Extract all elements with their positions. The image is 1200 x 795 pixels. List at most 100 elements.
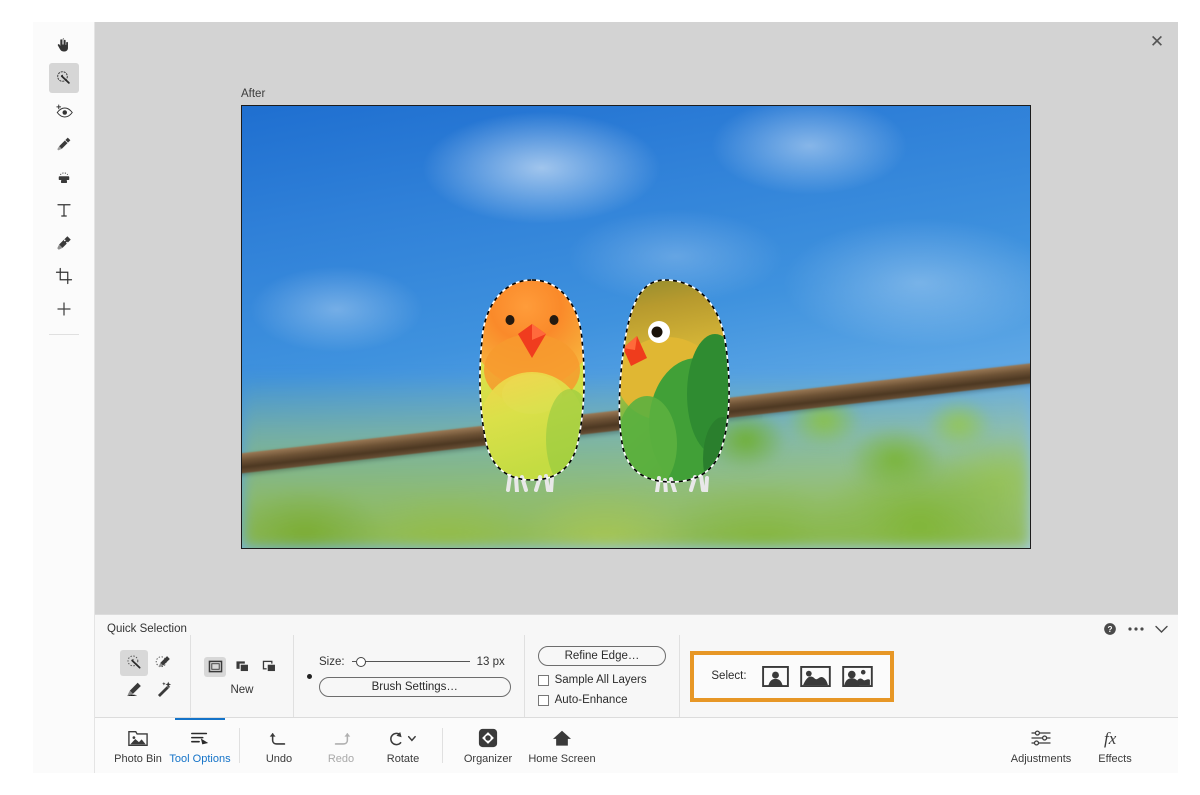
move-hand-tool[interactable] — [49, 30, 79, 60]
screenshot-root: ✕ After Quick Selection ? New Size: 13 p… — [0, 0, 1200, 795]
taskbar-item-redo[interactable]: Redo — [310, 718, 372, 773]
taskbar-item-effects[interactable]: fx Effects — [1078, 718, 1152, 773]
size-controls: Size: 13 px Brush Settings… — [319, 656, 511, 697]
subtract-from-selection-button[interactable] — [258, 657, 280, 677]
panel-body: New Size: 13 px Brush Settings… Refine E… — [95, 635, 1178, 717]
brush-settings-button[interactable]: Brush Settings… — [319, 676, 511, 697]
variant-quick-selection[interactable] — [120, 649, 148, 676]
clone-stamp-tool[interactable] — [49, 162, 79, 192]
variant-selection-brush[interactable] — [149, 650, 177, 676]
taskbar-label: Photo Bin — [114, 753, 162, 765]
checkbox-box — [537, 674, 549, 686]
taskbar-label: Tool Options — [169, 753, 231, 765]
taskbar-divider — [442, 728, 443, 763]
taskbar-item-organizer[interactable]: Organizer — [451, 718, 525, 773]
view-label: After — [241, 88, 266, 100]
svg-text:?: ? — [1108, 625, 1113, 634]
select-subject-and-sky-button[interactable] — [841, 665, 873, 687]
panel-title: Quick Selection — [107, 623, 187, 635]
red-eye-tool[interactable] — [49, 96, 79, 126]
bottom-taskbar: Photo Bin Tool Options Undo Redo Rotate … — [95, 717, 1178, 773]
variant-auto-selection[interactable] — [149, 677, 177, 703]
brush-size-group: Size: 13 px Brush Settings… — [294, 635, 525, 717]
brush-preview-dot — [307, 673, 312, 679]
taskbar-item-tool-options[interactable]: Tool Options — [169, 718, 231, 773]
new-selection-button[interactable] — [204, 656, 226, 677]
toolbar-divider — [48, 334, 79, 335]
checkbox-label: Sample All Layers — [554, 674, 647, 686]
effects-icon: fx — [1102, 728, 1128, 748]
adjustments-icon — [1030, 728, 1052, 748]
taskbar-label: Organizer — [463, 753, 513, 765]
photo-bin-icon — [128, 728, 148, 748]
ellipsis-icon[interactable] — [1128, 626, 1144, 632]
taskbar-item-rotate[interactable]: Rotate — [372, 718, 434, 773]
select-subject-button[interactable] — [761, 665, 789, 687]
taskbar-item-photo-bin[interactable]: Photo Bin — [107, 718, 169, 773]
photo-image — [242, 106, 1030, 548]
panel-corner-controls: ? — [1103, 622, 1168, 636]
tool-options-icon — [190, 728, 210, 748]
left-toolbar — [33, 22, 95, 773]
checkbox-label: Auto-Enhance — [554, 694, 628, 706]
selection-mode-label: New — [230, 683, 254, 696]
brush-tool[interactable] — [49, 228, 79, 258]
auto-enhance-checkbox[interactable]: Auto-Enhance — [537, 694, 628, 706]
text-tool[interactable] — [49, 195, 79, 225]
refine-edge-button[interactable]: Refine Edge… — [537, 646, 667, 666]
checkbox-box — [537, 694, 549, 706]
quick-selection-tool[interactable] — [48, 63, 79, 93]
taskbar-item-undo[interactable]: Undo — [248, 718, 310, 773]
taskbar-label: Redo — [327, 753, 355, 765]
select-subject-group-highlight: Select: — [690, 650, 894, 702]
select-sky-button[interactable] — [799, 665, 831, 687]
photo-canvas[interactable] — [241, 105, 1031, 549]
rotate-icon — [388, 728, 418, 748]
taskbar-label: Home Screen — [528, 753, 596, 765]
undo-icon — [269, 728, 289, 748]
help-icon[interactable]: ? — [1103, 622, 1117, 636]
select-label: Select: — [711, 670, 747, 682]
size-value: 13 px — [476, 655, 505, 668]
size-row: Size: 13 px — [319, 656, 511, 668]
redo-icon — [331, 728, 351, 748]
add-to-selection-button[interactable] — [231, 657, 253, 677]
bird-right — [618, 279, 730, 492]
selection-modes: New — [204, 656, 280, 696]
chevron-down-icon[interactable] — [1155, 625, 1168, 634]
taskbar-label: Adjustments — [1010, 753, 1072, 765]
variant-refine-brush[interactable] — [120, 677, 148, 703]
slider-thumb[interactable] — [355, 656, 366, 667]
taskbar-right: Adjustments fx Effects — [1004, 718, 1166, 773]
taskbar-label: Rotate — [386, 753, 420, 765]
taskbar-divider — [239, 728, 240, 763]
taskbar-label: Undo — [265, 753, 293, 765]
selection-mode-group: New — [191, 635, 294, 717]
photo-editor-window: ✕ After Quick Selection ? New Size: 13 p… — [33, 22, 1178, 773]
refine-group: Refine Edge… Sample All Layers Auto-Enha… — [525, 635, 681, 717]
size-label: Size: — [319, 655, 345, 668]
bird-left — [479, 279, 585, 492]
slider-tick — [351, 661, 356, 662]
size-slider[interactable] — [351, 656, 470, 668]
slider-track — [359, 661, 470, 662]
tool-variants — [120, 649, 177, 703]
taskbar-left: Photo Bin Tool Options Undo Redo Rotate … — [107, 718, 599, 773]
close-icon[interactable]: ✕ — [1144, 28, 1170, 54]
sample-all-layers-checkbox[interactable]: Sample All Layers — [537, 674, 647, 686]
home-icon — [552, 728, 572, 748]
organizer-icon — [478, 728, 498, 748]
taskbar-label: Effects — [1098, 753, 1132, 765]
workspace: ✕ After Quick Selection ? New Size: 13 p… — [95, 22, 1178, 773]
taskbar-item-home-screen[interactable]: Home Screen — [525, 718, 599, 773]
crop-tool[interactable] — [49, 261, 79, 291]
canvas-area: ✕ After — [95, 22, 1178, 614]
more-tools[interactable] — [49, 294, 79, 324]
refine-controls: Refine Edge… Sample All Layers Auto-Enha… — [537, 646, 667, 706]
selection-mode-buttons — [204, 656, 280, 677]
spot-healing-brush-tool[interactable] — [49, 129, 79, 159]
tool-options-panel: Quick Selection ? New Size: 13 px Brush … — [95, 614, 1178, 717]
tool-variant-group — [107, 635, 191, 717]
svg-text:fx: fx — [1104, 729, 1117, 748]
taskbar-item-adjustments[interactable]: Adjustments — [1004, 718, 1078, 773]
